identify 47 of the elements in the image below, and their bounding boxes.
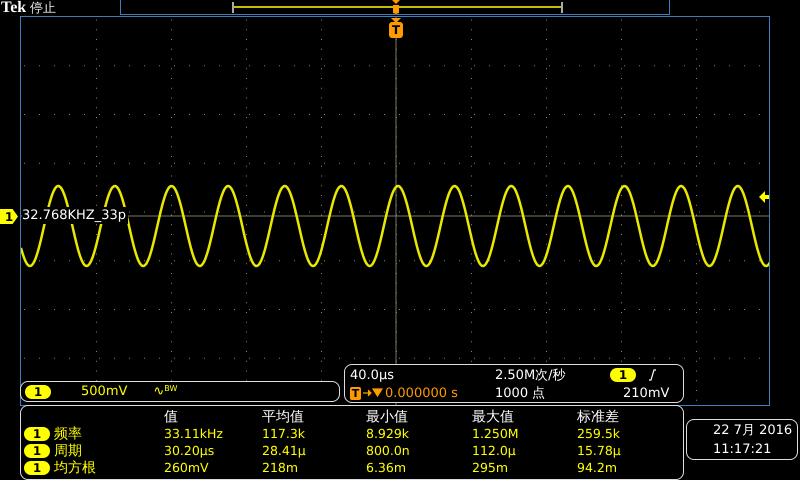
- horizontal-scale: 40.0µs: [350, 368, 395, 382]
- trigger-position-arrow-icon: [391, 18, 401, 23]
- trigger-source-badge[interactable]: 1: [610, 368, 636, 382]
- measurement-value: 15.78µ: [577, 443, 622, 458]
- measurement-value: 28.41µ: [262, 443, 307, 458]
- measurement-value: 800.0n: [366, 443, 411, 458]
- measurement-value: 112.0µ: [472, 443, 517, 458]
- column-header: 最小值: [366, 408, 409, 426]
- trigger-icon: T: [350, 386, 361, 400]
- rising-edge-icon: [648, 369, 656, 381]
- time-text: 11:17:21: [713, 441, 772, 459]
- column-header: 最大值: [472, 408, 515, 426]
- measurement-value: 260mV: [164, 460, 210, 475]
- measurement-value: 94.2m: [577, 460, 618, 475]
- channel-badge[interactable]: 1: [24, 444, 50, 458]
- measurement-name: 均方根: [54, 458, 96, 476]
- brand-logo: Tek: [1, 0, 26, 16]
- trigger-level: 210mV: [622, 386, 670, 400]
- measurement-value: 259.5k: [577, 426, 622, 441]
- column-header: 平均值: [262, 408, 305, 426]
- record-length: 1000 点: [495, 385, 546, 402]
- acquisition-state: 停止: [30, 1, 56, 16]
- trigger-level-arrow-icon: [759, 191, 769, 203]
- measurement-value: 117.3k: [262, 426, 306, 441]
- vertical-scale: 500mV: [81, 384, 128, 399]
- measurement-value: 295m: [472, 460, 510, 475]
- trigger-marker: T: [389, 22, 403, 38]
- measurement-value: 33.11kHz: [164, 426, 224, 441]
- channel-badge[interactable]: 1: [24, 426, 50, 440]
- channel-badge[interactable]: 1: [25, 384, 51, 398]
- measurement-name: 频率: [54, 424, 82, 442]
- measurement-value: 8.929k: [366, 426, 410, 441]
- trigger-position-icon: [392, 0, 400, 14]
- column-header: 值: [164, 408, 179, 426]
- date-text: 22 7月 2016: [713, 422, 792, 440]
- trigger-delay: 0.000000 s: [385, 386, 458, 400]
- column-header: 标准差: [577, 408, 620, 426]
- measurement-value: 218m: [262, 460, 300, 475]
- measurement-value: 6.36m: [366, 460, 408, 475]
- channel-marker[interactable]: 1: [0, 209, 18, 224]
- sample-rate: 2.50M次/秒: [495, 367, 567, 384]
- delay-arrow-icon: [363, 388, 383, 398]
- measurement-name: 周期: [54, 442, 82, 460]
- measurement-value: 30.20µs: [164, 443, 216, 458]
- channel-label: 32.768KHZ_33p: [22, 207, 128, 224]
- channel-badge[interactable]: 1: [24, 460, 50, 474]
- measurement-value: 1.250M: [472, 426, 520, 441]
